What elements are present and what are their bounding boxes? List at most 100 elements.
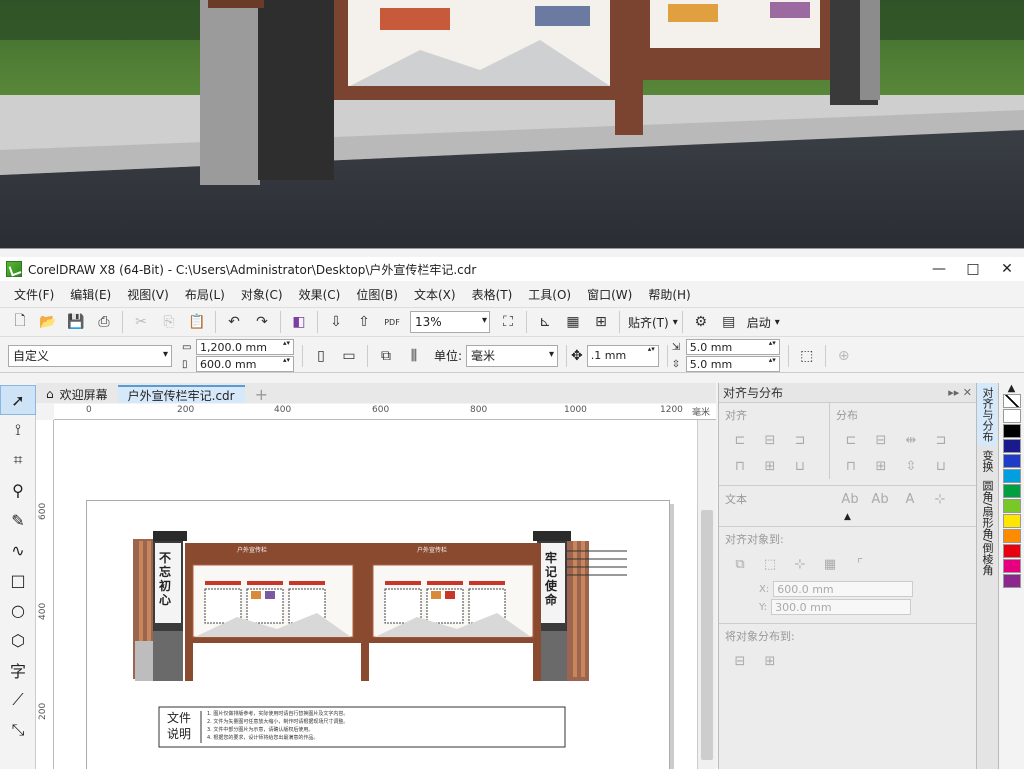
snap-to-dropdown[interactable]: 贴齐(T) <box>624 314 673 331</box>
align-center-v-icon[interactable]: ⊞ <box>759 455 781 477</box>
distribute-top-icon[interactable]: ⊓ <box>840 455 862 477</box>
parallel-dimension-tool-icon[interactable]: ⟋ <box>0 685 36 715</box>
tab-welcome-screen[interactable]: ⌂ 欢迎屏幕 <box>36 385 118 403</box>
distribute-middle-icon[interactable]: ⊞ <box>870 455 892 477</box>
menu-help[interactable]: 帮助(H) <box>640 286 698 303</box>
minimize-button[interactable]: — <box>922 257 956 281</box>
menu-tools[interactable]: 工具(O) <box>520 286 579 303</box>
full-screen-icon[interactable]: ⛶ <box>497 311 519 333</box>
connector-tool-icon[interactable]: ⤡ <box>0 715 36 745</box>
show-rulers-icon[interactable]: ⊾ <box>534 311 556 333</box>
color-swatch[interactable] <box>1002 439 1021 453</box>
new-document-icon[interactable]: 🗋 <box>9 311 31 333</box>
extent-of-selection-icon[interactable]: ⊟ <box>729 650 751 672</box>
side-tab-fillet[interactable]: 圆角/扇形角/倒棱角 <box>977 476 997 579</box>
align-left-icon[interactable]: ⊏ <box>729 429 751 451</box>
menu-layout[interactable]: 布局(L) <box>177 286 233 303</box>
side-tab-align-distribute[interactable]: 对齐与分布 <box>977 383 997 446</box>
distribute-spacing-icon[interactable]: ⇹ <box>900 429 922 451</box>
horizontal-ruler[interactable]: 0 200 400 600 800 1000 1200 毫米 <box>54 404 716 420</box>
align-center-h-icon[interactable]: ⊟ <box>759 429 781 451</box>
color-swatch[interactable] <box>1002 574 1021 588</box>
color-swatch[interactable] <box>1002 544 1021 558</box>
export-icon[interactable]: ⇧ <box>353 311 375 333</box>
freehand-tool-icon[interactable]: ✎ <box>0 505 36 535</box>
text-baseline-last-icon[interactable]: Ab <box>869 488 891 510</box>
redo-icon[interactable]: ↷ <box>251 311 273 333</box>
menu-object[interactable]: 对象(C) <box>233 286 291 303</box>
align-point-x-input[interactable]: 600.0 mm <box>773 581 914 597</box>
print-icon[interactable]: ⎙ <box>93 311 115 333</box>
portrait-icon[interactable]: ▯ <box>310 345 332 367</box>
undo-icon[interactable]: ↶ <box>223 311 245 333</box>
color-swatch[interactable] <box>1002 424 1021 438</box>
color-swatch[interactable] <box>1002 529 1021 543</box>
color-swatch[interactable] <box>1002 514 1021 528</box>
landscape-icon[interactable]: ▭ <box>338 345 360 367</box>
menu-table[interactable]: 表格(T) <box>464 286 521 303</box>
import-icon[interactable]: ⇩ <box>325 311 347 333</box>
align-right-icon[interactable]: ⊐ <box>789 429 811 451</box>
docker-close-icon[interactable]: ▸▸ ✕ <box>948 386 972 399</box>
nudge-distance-input[interactable]: .1 mm <box>586 344 659 367</box>
crop-tool-icon[interactable]: ⌗ <box>0 445 36 475</box>
cut-icon[interactable]: ✂ <box>130 311 152 333</box>
unit-combo[interactable]: 毫米 <box>466 344 559 367</box>
page-width-input[interactable]: 1,200.0 mm <box>196 339 294 355</box>
page-edge-icon[interactable]: ⬚ <box>759 553 781 575</box>
align-point-y-input[interactable]: 300.0 mm <box>771 599 912 615</box>
rectangle-tool-icon[interactable]: □ <box>0 565 36 595</box>
save-icon[interactable]: 💾 <box>65 311 87 333</box>
vertical-ruler[interactable]: 600 400 200 <box>36 420 54 769</box>
polygon-tool-icon[interactable]: ⬡ <box>0 625 36 655</box>
page-height-input[interactable]: 600.0 mm <box>196 356 294 372</box>
tab-document[interactable]: 户外宣传栏牢记.cdr <box>117 385 245 403</box>
distribute-right-icon[interactable]: ⊐ <box>930 429 952 451</box>
color-swatch[interactable] <box>1002 499 1021 513</box>
color-swatch[interactable] <box>1002 469 1021 483</box>
ellipse-tool-icon[interactable]: ○ <box>0 595 36 625</box>
distribute-vspacing-icon[interactable]: ⇳ <box>900 455 922 477</box>
zoom-level-combo[interactable]: 13% <box>410 311 490 333</box>
collapse-caret-icon[interactable]: ▲ <box>719 512 976 522</box>
duplicate-y-input[interactable]: 5.0 mm <box>685 356 780 372</box>
launch-icon[interactable]: ▤ <box>718 311 740 333</box>
specified-point-icon[interactable]: ⌜ <box>849 553 871 575</box>
align-top-icon[interactable]: ⊓ <box>729 455 751 477</box>
menu-bitmaps[interactable]: 位图(B) <box>348 286 406 303</box>
color-swatch[interactable] <box>1002 409 1021 423</box>
show-grid-icon[interactable]: ▦ <box>562 311 584 333</box>
page-border-icon[interactable]: ⬚ <box>796 345 818 367</box>
shape-tool-icon[interactable]: ⟟ <box>0 415 36 445</box>
align-bottom-icon[interactable]: ⊔ <box>789 455 811 477</box>
options-gear-icon[interactable]: ⚙ <box>690 311 712 333</box>
search-content-icon[interactable]: ◧ <box>288 311 310 333</box>
copy-icon[interactable]: ⎘ <box>158 311 180 333</box>
menu-window[interactable]: 窗口(W) <box>579 286 640 303</box>
text-tool-icon[interactable]: 字 <box>0 655 36 685</box>
palette-scroll-up-icon[interactable]: ▲ <box>999 383 1024 394</box>
show-guidelines-icon[interactable]: ⊞ <box>590 311 612 333</box>
duplicate-x-input[interactable]: 5.0 mm <box>685 339 780 355</box>
all-pages-icon[interactable]: ⧉ <box>375 345 397 367</box>
close-button[interactable]: ✕ <box>990 257 1024 281</box>
distribute-left-icon[interactable]: ⊏ <box>840 429 862 451</box>
pick-tool-icon[interactable]: ➚ <box>0 385 36 415</box>
text-baseline-first-icon[interactable]: Ab <box>839 488 861 510</box>
current-page-icon[interactable]: ⫼ <box>403 345 425 367</box>
add-page-icon[interactable]: ⊕ <box>833 345 855 367</box>
menu-file[interactable]: 文件(F) <box>6 286 62 303</box>
launch-dropdown[interactable]: 启动 <box>743 314 775 331</box>
paste-icon[interactable]: 📋 <box>186 311 208 333</box>
new-tab-plus-icon[interactable]: + <box>245 385 278 404</box>
active-objects-icon[interactable]: ⧉ <box>729 553 751 575</box>
artistic-media-tool-icon[interactable]: ∿ <box>0 535 36 565</box>
distribute-center-icon[interactable]: ⊟ <box>870 429 892 451</box>
scrollbar-thumb[interactable] <box>701 510 713 760</box>
color-swatch[interactable] <box>1002 559 1021 573</box>
open-folder-icon[interactable]: 📂 <box>37 311 59 333</box>
color-swatch[interactable] <box>1002 454 1021 468</box>
page-size-preset[interactable]: 自定义 <box>8 344 172 367</box>
menu-effects[interactable]: 效果(C) <box>291 286 349 303</box>
menu-edit[interactable]: 编辑(E) <box>62 286 119 303</box>
